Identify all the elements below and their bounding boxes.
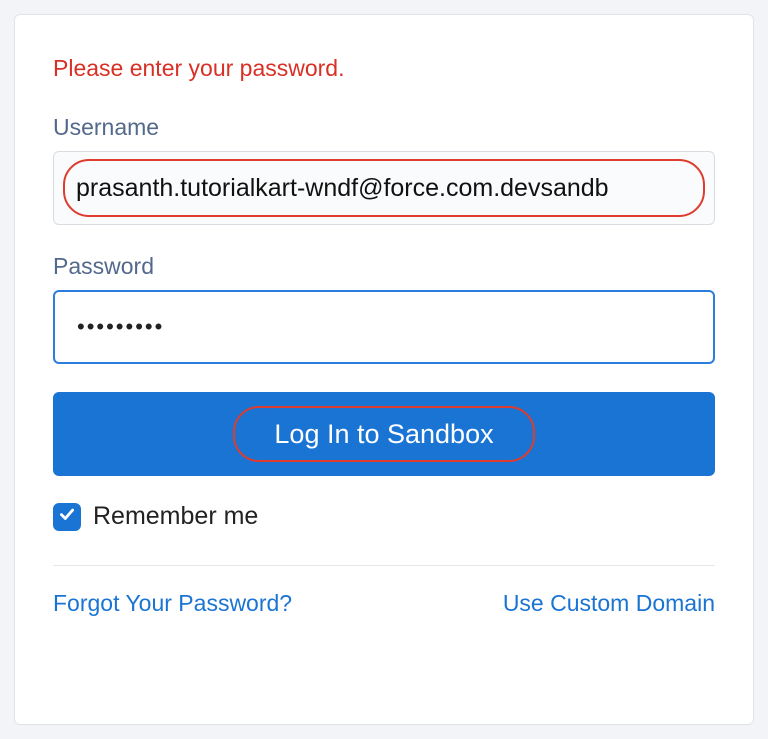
login-button[interactable]: Log In to Sandbox <box>53 392 715 476</box>
error-message: Please enter your password. <box>53 55 715 82</box>
remember-me-label: Remember me <box>93 502 258 531</box>
password-label: Password <box>53 253 715 280</box>
username-label: Username <box>53 114 715 141</box>
forgot-password-link[interactable]: Forgot Your Password? <box>53 590 292 617</box>
login-card: Please enter your password. Username Pas… <box>14 14 754 725</box>
custom-domain-link[interactable]: Use Custom Domain <box>503 590 715 617</box>
divider <box>53 565 715 566</box>
username-input[interactable] <box>53 151 715 225</box>
username-field-wrap <box>53 151 715 225</box>
remember-me-checkbox[interactable] <box>53 503 81 531</box>
checkmark-icon <box>58 505 76 528</box>
password-field-wrap <box>53 290 715 364</box>
password-input[interactable] <box>53 290 715 364</box>
submit-button-wrap: Log In to Sandbox <box>53 392 715 476</box>
remember-me-row: Remember me <box>53 502 715 531</box>
footer-links: Forgot Your Password? Use Custom Domain <box>53 590 715 617</box>
